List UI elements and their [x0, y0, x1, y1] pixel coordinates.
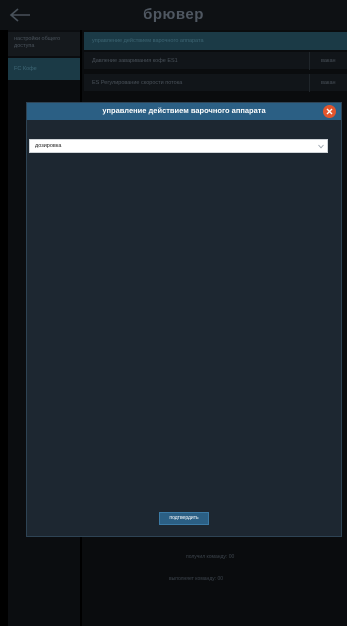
app-title: брювер: [143, 6, 204, 23]
dialog-title: управление действием варочного аппарата: [102, 106, 266, 115]
row-value: вакан: [321, 80, 336, 86]
executing-command-status: выполняет команду: 00: [169, 576, 224, 582]
content-header: управление действием варочного аппарата: [84, 32, 347, 50]
chevron-down-icon: [318, 144, 324, 149]
table-row[interactable]: ES Регулирование скорости потока вакан: [84, 74, 347, 92]
dialog-header: управление действием варочного аппарата: [27, 103, 341, 120]
column-divider: [309, 74, 310, 92]
row-label: ES Регулирование скорости потока: [92, 80, 183, 86]
row-label: Давление заваривания кофе ES1: [92, 58, 178, 64]
close-button[interactable]: [323, 105, 336, 118]
row-value: вакан: [321, 58, 336, 64]
select-value: дозировка: [35, 143, 62, 149]
close-icon: [326, 108, 333, 115]
sidebar-item-fc-coffee[interactable]: FC Кофе: [8, 58, 80, 80]
confirm-button[interactable]: подтвердить: [159, 512, 209, 525]
table-row[interactable]: Давление заваривания кофе ES1 вакан: [84, 52, 347, 70]
received-command-status: получил команду: 00: [186, 554, 235, 560]
brewer-control-dialog: управление действием варочного аппарата: [26, 102, 342, 537]
top-bar: брювер: [0, 0, 347, 30]
action-select[interactable]: дозировка: [29, 139, 328, 153]
column-divider: [309, 52, 310, 70]
sidebar-item-shared-settings[interactable]: настройки общего доступа: [8, 32, 80, 56]
